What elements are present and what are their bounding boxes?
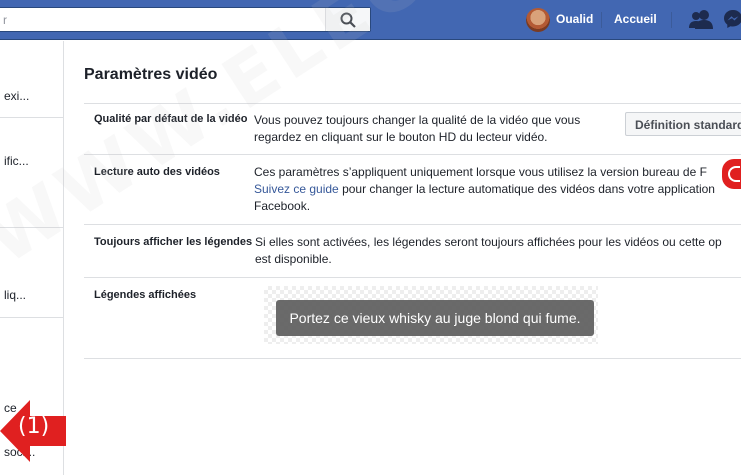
- avatar[interactable]: [526, 8, 550, 32]
- annotation-label: (1): [18, 414, 50, 439]
- description-line: Si elles sont activées, les légendes ser…: [255, 235, 722, 249]
- description-text: pour changer la lecture automatique des …: [338, 182, 715, 196]
- sidebar-divider: [0, 317, 63, 318]
- section-divider: [84, 103, 741, 104]
- row-description-autoplay: Ces paramètres s’appliquent uniquement l…: [254, 164, 741, 215]
- search-field[interactable]: r: [0, 7, 371, 32]
- description-line: Ces paramètres s’appliquent uniquement l…: [254, 165, 707, 179]
- top-navigation-bar: r Oualid Accueil: [0, 0, 741, 40]
- video-settings-panel: Paramètres vidéo Qualité par défaut de l…: [64, 41, 741, 475]
- profile-link[interactable]: Oualid: [556, 12, 593, 26]
- row-description-always-show-captions: Si elles sont activées, les légendes ser…: [255, 234, 741, 268]
- description-line: Suivez ce guide pour changer la lecture …: [254, 181, 741, 198]
- description-line: Vous pouvez toujours changer la qualité …: [254, 113, 581, 127]
- row-label-displayed-captions: Légendes affichées: [94, 289, 197, 301]
- search-button[interactable]: [325, 8, 370, 31]
- section-divider: [84, 358, 741, 359]
- marker-ring-icon: [728, 166, 740, 182]
- page-title: Paramètres vidéo: [84, 66, 218, 83]
- divider: [671, 12, 672, 28]
- sidebar-item-verification[interactable]: ific...: [4, 154, 67, 168]
- friend-requests-icon[interactable]: [688, 9, 714, 29]
- description-line: est disponible.: [255, 252, 332, 266]
- sidebar-item-publique[interactable]: liq...: [4, 288, 67, 302]
- sidebar-divider: [0, 117, 63, 118]
- caption-preview[interactable]: Portez ce vieux whisky au juge blond qui…: [264, 286, 598, 344]
- search-icon: [340, 12, 356, 28]
- search-input-text[interactable]: r: [3, 13, 7, 27]
- home-link[interactable]: Accueil: [614, 12, 657, 26]
- sidebar-divider: [0, 227, 63, 228]
- messenger-icon[interactable]: [723, 9, 741, 29]
- row-label-autoplay: Lecture auto des vidéos: [94, 166, 220, 178]
- row-label-always-show-captions: Toujours afficher les légendes: [94, 236, 253, 248]
- caption-preview-text: Portez ce vieux whisky au juge blond qui…: [276, 300, 594, 336]
- description-line: regardez en cliquant sur le bouton HD du…: [254, 130, 548, 144]
- guide-link[interactable]: Suivez ce guide: [254, 182, 339, 196]
- sidebar-item-connexion[interactable]: exi...: [4, 89, 67, 103]
- section-divider: [84, 277, 741, 278]
- section-divider: [84, 154, 741, 155]
- row-label-default-quality: Qualité par défaut de la vidéo: [94, 113, 248, 125]
- row-description-default-quality: Vous pouvez toujours changer la qualité …: [254, 112, 614, 146]
- default-quality-dropdown[interactable]: Définition standard: [625, 112, 741, 136]
- divider: [601, 12, 602, 28]
- section-divider: [84, 224, 741, 225]
- autoplay-control-marker[interactable]: [722, 159, 741, 189]
- description-line: Facebook.: [254, 199, 311, 213]
